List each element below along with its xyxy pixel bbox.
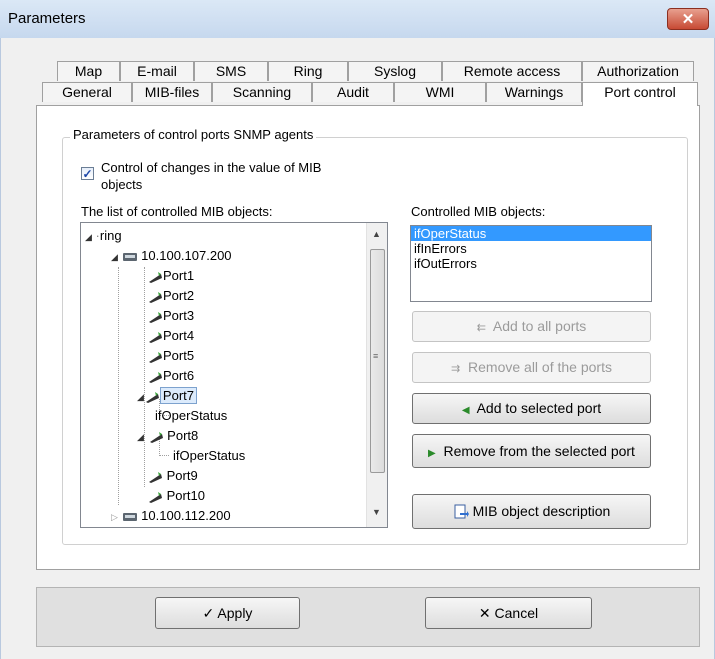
port-icon [149,351,162,363]
expand-icon: ▷ [111,512,118,522]
remove-all-ports-button[interactable]: ⇉ Remove all of the ports [412,352,651,383]
tree-label: The list of controlled MIB objects: [81,204,273,219]
right-arrow-icon: ▶ [428,448,436,459]
port-icon [145,391,159,403]
list-item[interactable]: ifOperStatus [411,226,651,241]
cancel-button[interactable]: ✕ Cancel [425,597,592,629]
tree-item-ifoperstatus[interactable]: ifOperStatus [155,406,227,425]
apply-button[interactable]: ✓ Apply [155,597,300,629]
tab-ring[interactable]: Ring [268,61,348,81]
tab-mib-files[interactable]: MIB-files [132,82,212,102]
title-bar: Parameters ✕ [0,0,715,39]
tab-map[interactable]: Map [57,61,120,81]
tab-audit[interactable]: Audit [312,82,394,102]
controlled-label: Controlled MIB objects: [411,204,546,219]
tree-item-port6[interactable]: Port6 [147,366,194,385]
checkbox-label-line1: Control of changes in the value of MIB [101,160,322,175]
collapse-icon: ◢ [85,232,92,242]
checkmark-icon: ✓ [202,605,215,621]
close-button[interactable]: ✕ [667,8,709,30]
tab-e-mail[interactable]: E-mail [120,61,194,81]
tree-item-ring[interactable]: ◢ ·ring [85,226,122,245]
tree-scrollbar[interactable]: ▲ ≡ ▼ [366,223,387,527]
cross-icon: ✕ [478,605,491,621]
tree-item-port9[interactable]: Port9 [147,466,198,485]
tab-authorization[interactable]: Authorization [582,61,694,81]
double-right-arrow-icon: ⇉ [451,363,461,375]
tree-guide [159,455,169,456]
tab-sms[interactable]: SMS [194,61,268,81]
remove-from-selected-port-button[interactable]: ▶ Remove from the selected port [412,434,651,468]
collapse-icon: ◢ [137,432,144,442]
control-changes-checkbox[interactable]: ✓ [81,167,94,180]
collapse-icon: ◢ [111,252,118,262]
tree-item-port1[interactable]: Port1 [147,266,194,285]
tree-item-port4[interactable]: Port4 [147,326,194,345]
scroll-thumb[interactable]: ≡ [370,249,385,473]
list-item[interactable]: ifInErrors [411,241,651,256]
port-icon [149,371,162,383]
window-title: Parameters [8,10,86,27]
tree-item-port3[interactable]: Port3 [147,306,194,325]
mib-description-button[interactable]: MIB object description [412,494,651,529]
checkbox-label-line2: objects [101,177,143,192]
tab-remote-access[interactable]: Remote access [442,61,582,81]
device-icon [122,252,137,261]
tree-guide [118,267,119,505]
port-icon [149,331,162,343]
mib-tree-view[interactable]: ◢ ·ring ◢ 10.100.107.200 Port1 Port2 Port3… [80,222,388,528]
tree-item-port2[interactable]: Port2 [147,286,194,305]
port-icon [149,271,162,283]
tab-syslog[interactable]: Syslog [348,61,442,81]
controlled-mib-list[interactable]: ifOperStatus ifInErrors ifOutErrors [410,225,652,302]
port-icon [149,471,162,483]
group-legend: Parameters of control ports SNMP agents [70,127,317,142]
tree-item-ifoperstatus[interactable]: ifOperStatus [173,446,245,465]
port-icon [149,431,163,443]
close-icon: ✕ [681,11,695,28]
tab-warnings[interactable]: Warnings [486,82,582,102]
grip-icon: ≡ [373,351,379,361]
port-icon [149,291,162,303]
list-item[interactable]: ifOutErrors [411,256,651,271]
check-icon: ✓ [82,167,93,181]
tree-item-port10[interactable]: Port10 [147,486,205,505]
tab-wmi[interactable]: WMI [394,82,486,102]
tree-guide [144,267,145,487]
port-icon [149,491,162,503]
scroll-down-icon[interactable]: ▼ [372,507,381,517]
left-arrow-icon: ◀ [461,405,470,416]
tab-port-control[interactable]: Port control [582,82,698,106]
double-left-arrow-icon: ⇇ [476,322,486,334]
tab-scanning[interactable]: Scanning [212,82,312,102]
add-to-selected-port-button[interactable]: ◀ Add to selected port [412,393,651,424]
tree-item-port5[interactable]: Port5 [147,346,194,365]
add-to-all-ports-button[interactable]: ⇇ Add to all ports [412,311,651,342]
dialog-footer [36,587,700,647]
tree-item-port8[interactable]: ◢ Port8 [137,426,198,445]
document-arrow-icon [454,504,469,519]
device-icon [122,512,137,521]
tab-general[interactable]: General [42,82,132,102]
collapse-icon: ◢ [137,392,144,402]
tree-item-host2[interactable]: ▷ 10.100.112.200 [111,506,231,525]
tree-item-host[interactable]: ◢ 10.100.107.200 [111,246,232,265]
scroll-up-icon[interactable]: ▲ [372,229,381,239]
port-icon [149,311,162,323]
tree-item-port7[interactable]: ◢ Port7 [137,386,197,405]
